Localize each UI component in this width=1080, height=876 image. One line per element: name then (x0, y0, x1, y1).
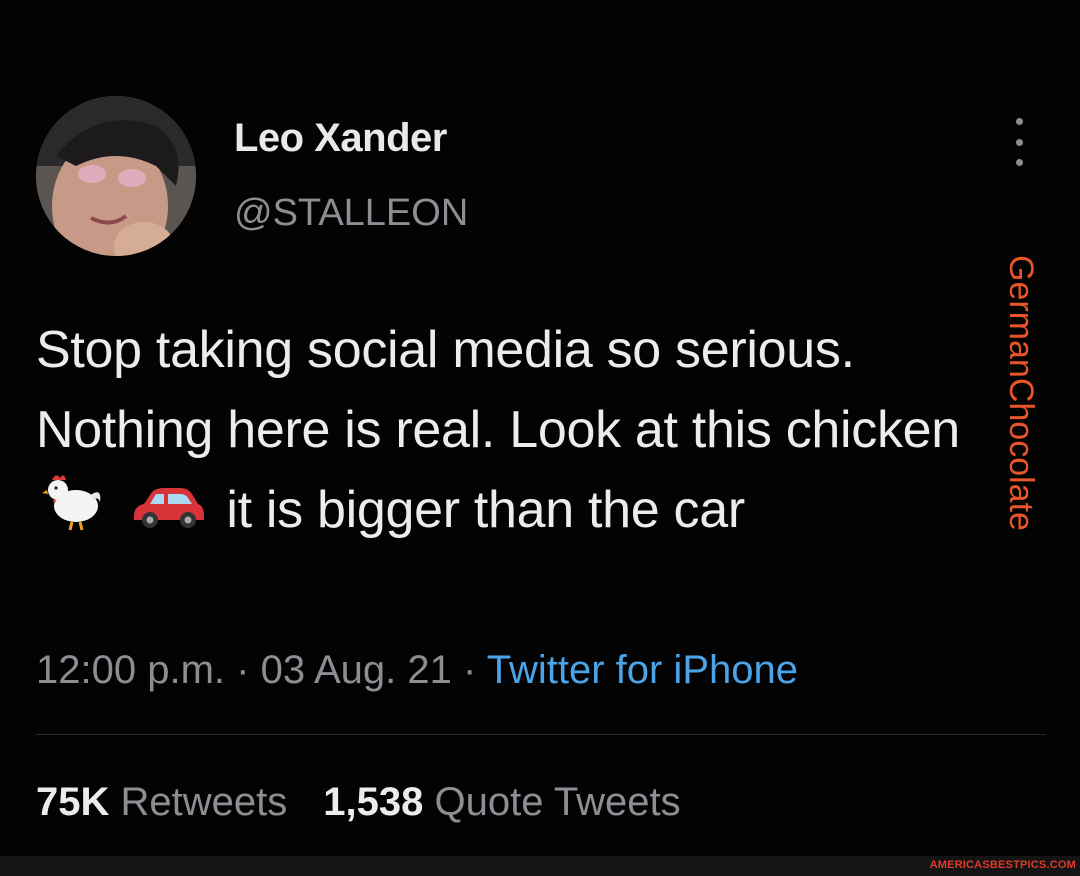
watermark: GermanChocolate (998, 255, 1042, 565)
car-emoji-icon (130, 473, 206, 553)
tweet-time[interactable]: 12:00 p.m. (36, 648, 225, 692)
footer-bar: AMERICASBESTPICS.COM (0, 856, 1080, 876)
watermark-text: GermanChocolate (1002, 255, 1040, 531)
meta-separator: · (236, 648, 250, 692)
retweets-stat[interactable]: 75K Retweets (36, 780, 287, 824)
divider (36, 734, 1046, 735)
quotes-count: 1,538 (323, 780, 424, 824)
tweet-text: Stop taking social media so serious. Not… (36, 310, 986, 555)
meta-separator: · (463, 648, 477, 692)
dot (1015, 118, 1023, 125)
author-name[interactable]: Leo Xander (234, 116, 447, 161)
tweet-source-link[interactable]: Twitter for iPhone (487, 648, 798, 692)
tweet-text-part1: Stop taking social media so serious. Not… (36, 321, 960, 459)
tweet-text-part2: it is bigger than the car (226, 481, 745, 539)
tweet-meta: 12:00 p.m. · 03 Aug. 21 · Twitter for iP… (36, 648, 798, 693)
quotes-label: Quote Tweets (434, 780, 681, 824)
avatar[interactable] (36, 96, 196, 256)
retweets-label: Retweets (120, 780, 288, 824)
more-options-icon[interactable] (1002, 118, 1036, 166)
avatar-photo (36, 96, 196, 256)
footer-site[interactable]: AMERICASBESTPICS.COM (930, 859, 1076, 871)
author-handle[interactable]: @STALLEON (234, 192, 468, 235)
tweet-card: Leo Xander @STALLEON Stop taking social … (0, 0, 1080, 856)
dot (1015, 138, 1023, 146)
chicken-emoji-icon (42, 472, 104, 555)
tweet-date[interactable]: 03 Aug. 21 (261, 648, 452, 692)
quote-tweets-stat[interactable]: 1,538 Quote Tweets (323, 780, 680, 824)
tweet-stats: 75K Retweets 1,538 Quote Tweets (36, 780, 681, 825)
retweets-count: 75K (36, 780, 110, 824)
dot (1015, 159, 1023, 166)
